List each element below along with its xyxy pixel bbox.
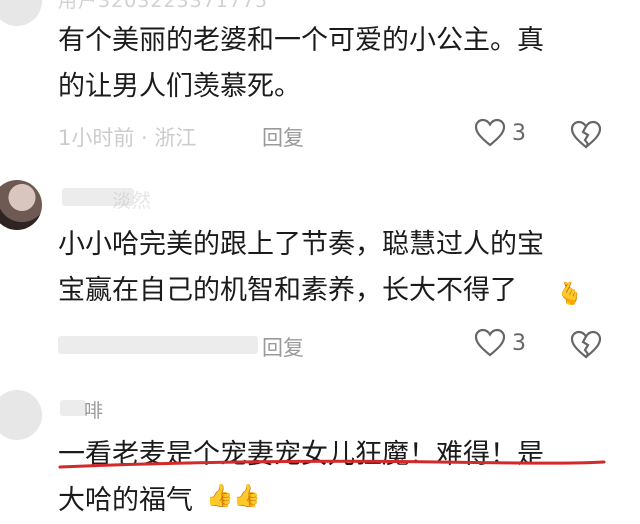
broken-heart-icon[interactable]	[570, 330, 602, 360]
comment-text-line: 有个美丽的老婆和一个可爱的小公主。真	[58, 25, 544, 56]
reply-button[interactable]: 回复	[262, 122, 304, 152]
heart-outline-icon	[474, 118, 506, 147]
username[interactable]: 啡	[84, 396, 104, 423]
like-button[interactable]: 3	[474, 328, 526, 358]
username[interactable]: 用户3203223371775	[58, 0, 268, 13]
reply-button[interactable]: 回复	[262, 332, 304, 362]
comment-text: 一看老麦是个宠妻宠女儿狂魔！难得！是 大哈的福气	[58, 432, 618, 524]
comment-text: 小小哈完美的跟上了节奏，聪慧过人的宝 宝赢在自己的机智和素养，长大不得了	[58, 222, 618, 314]
thumbs-up-emoji: 👍👍	[206, 484, 261, 509]
like-count: 3	[512, 120, 526, 146]
meta-blur	[58, 336, 258, 354]
comment-text-line: 宝赢在自己的机智和素养，长大不得了	[58, 275, 517, 306]
username[interactable]: 淡然	[112, 186, 152, 213]
like-button[interactable]: 3	[474, 118, 526, 148]
heart-outline-icon	[474, 328, 506, 357]
comment-text-line: 小小哈完美的跟上了节奏，聪慧过人的宝	[58, 229, 544, 260]
like-count: 3	[512, 330, 526, 356]
avatar[interactable]	[0, 0, 42, 26]
username-blur	[60, 400, 86, 416]
comment-text-line: 的让男人们羡慕死。	[58, 71, 301, 102]
avatar[interactable]	[0, 390, 42, 440]
comment-text-line: 一看老麦是个宠妻宠女儿狂魔！难得！是	[58, 439, 544, 470]
broken-heart-icon[interactable]	[570, 120, 602, 150]
avatar[interactable]	[0, 180, 42, 230]
comment-text: 有个美丽的老婆和一个可爱的小公主。真 的让男人们羡慕死。	[58, 18, 618, 110]
comment-text-line: 大哈的福气	[58, 485, 193, 516]
hand-heart-emoji: 🫰	[556, 282, 584, 307]
comment-meta: 1小时前 · 浙江	[58, 126, 197, 150]
